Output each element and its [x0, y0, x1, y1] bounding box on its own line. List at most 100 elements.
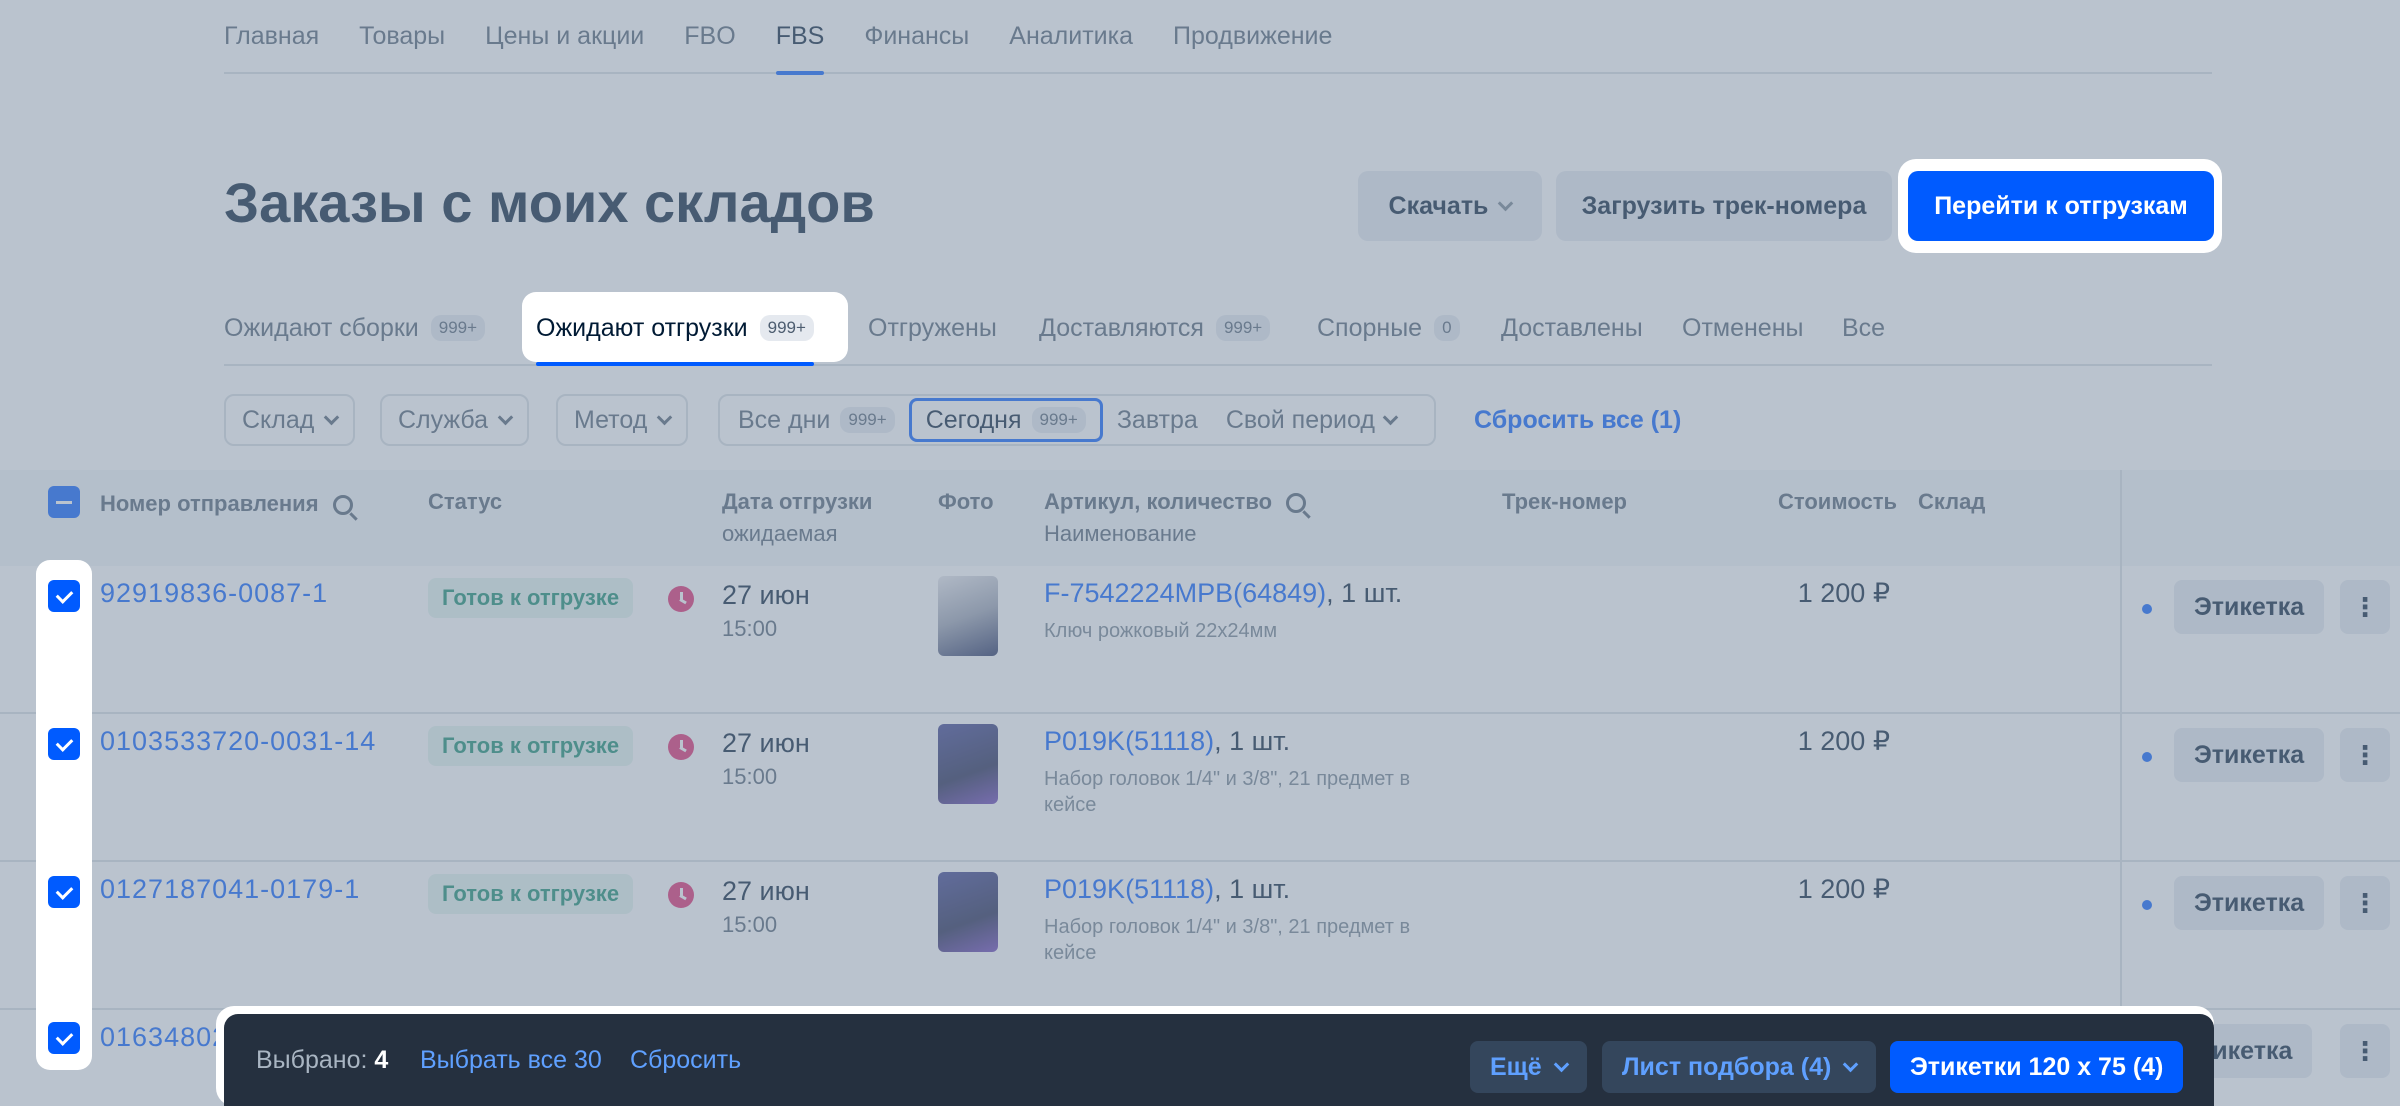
order-number-link[interactable]: 92919836-0087-1 [100, 578, 328, 609]
label-button[interactable]: Этикетка [2174, 728, 2325, 782]
row-checkbox[interactable] [48, 876, 80, 908]
print-labels-button[interactable]: Этикетки 120 х 75 (4) [1890, 1041, 2184, 1093]
quantity: , 1 шт. [1214, 726, 1291, 756]
select-all-checkbox[interactable] [48, 486, 80, 518]
sku-link[interactable]: P019K(51118) [1044, 874, 1214, 904]
filter-method[interactable]: Метод [556, 394, 689, 446]
column-label: Номер отправления [100, 491, 319, 516]
product-photo[interactable] [938, 872, 998, 952]
tab-delivering[interactable]: Доставляются 999+ [1039, 292, 1271, 364]
column-header-track: Трек-номер [1502, 489, 1627, 514]
label-button[interactable]: тикетка [2200, 1024, 2313, 1078]
selection-action-bar: Выбрано: 4 Выбрать все 30 Сбросить Ещё Л… [224, 1014, 2214, 1106]
row-checkbox[interactable] [48, 728, 80, 760]
filter-badge: 999+ [1031, 407, 1086, 433]
go-to-shipments-button[interactable]: Перейти к отгрузкам [1908, 171, 2214, 241]
nav-fbs[interactable]: FBS [775, 0, 824, 75]
product-name: Набор головок 1/4" и 3/8", 21 предмет в … [1044, 768, 1411, 816]
article-quantity: P019K(51118), 1 шт. [1044, 726, 1290, 757]
nav-main[interactable]: Главная [224, 0, 319, 73]
tab-label: Спорные [1317, 313, 1423, 342]
column-label: Артикул, количество [1044, 489, 1273, 514]
nav-analytics[interactable]: Аналитика [1009, 0, 1133, 73]
more-label: Ещё [1490, 1052, 1542, 1081]
chevron-down-icon [1382, 409, 1399, 425]
reset-all-filters-link[interactable]: Сбросить все (1) [1474, 406, 1681, 435]
filter-today[interactable]: Сегодня 999+ [908, 398, 1103, 442]
nav-finance[interactable]: Финансы [864, 0, 969, 73]
status-badge: Готов к отгрузке [428, 726, 634, 766]
quantity: , 1 шт. [1214, 874, 1291, 904]
nav-fbo[interactable]: FBO [684, 0, 735, 73]
nav-promotion[interactable]: Продвижение [1173, 0, 1332, 73]
table-row[interactable]: 92919836-0087-1 Готов к отгрузке 27 июн … [0, 566, 2400, 714]
column-header-date: Дата отгрузки ожидаемая [722, 486, 872, 550]
chevron-down-icon [497, 409, 514, 425]
select-all-link[interactable]: Выбрать все 30 [420, 1014, 602, 1106]
filter-tomorrow[interactable]: Завтра [1103, 398, 1212, 442]
product-photo[interactable] [938, 724, 998, 804]
article-quantity: F-7542224MPB(64849), 1 шт. [1044, 578, 1402, 609]
filter-service[interactable]: Служба [380, 394, 530, 446]
tab-label: Доставлены [1501, 313, 1643, 342]
order-number-link[interactable]: 0127187041-0179-1 [100, 874, 360, 905]
top-navigation: Главная Товары Цены и акции FBO FBS Фина… [224, 0, 2212, 75]
row-checkbox[interactable] [48, 580, 80, 612]
tab-awaiting-shipment[interactable]: Ожидают отгрузки 999+ [536, 292, 814, 366]
price: 1 200 ₽ [1797, 578, 1890, 608]
pick-list-button[interactable]: Лист подбора (4) [1602, 1041, 1877, 1093]
tab-all[interactable]: Все [1842, 292, 1885, 364]
status-dot [2142, 604, 2152, 614]
table-row[interactable]: 0103533720-0031-14 Готов к отгрузке 27 и… [0, 714, 2400, 862]
tab-delivered[interactable]: Доставлены [1501, 292, 1643, 364]
reset-selection-link[interactable]: Сбросить [630, 1014, 741, 1106]
filter-label: Все дни [738, 405, 831, 434]
product-photo[interactable] [938, 576, 998, 656]
upload-tracks-button[interactable]: Загрузить трек-номера [1556, 171, 1892, 241]
ship-date: 27 июн [722, 728, 810, 758]
selected-info: Выбрано: 4 [256, 1014, 388, 1106]
status-badge: Готов к отгрузке [428, 874, 634, 914]
label-button[interactable]: Этикетка [2174, 580, 2325, 634]
tab-disputed[interactable]: Спорные 0 [1317, 292, 1460, 364]
more-options-icon[interactable]: ⋮ [2340, 728, 2390, 782]
filter-badge: 999+ [840, 407, 895, 433]
download-label: Скачать [1388, 191, 1489, 220]
filter-label: Склад [242, 405, 315, 434]
status-dot [2142, 752, 2152, 762]
filter-custom-period[interactable]: Свой период [1212, 398, 1410, 442]
selected-count: 4 [374, 1045, 389, 1074]
order-number-link[interactable]: 01634802 [100, 1022, 228, 1053]
nav-prices[interactable]: Цены и акции [485, 0, 644, 73]
order-number-link[interactable]: 0103533720-0031-14 [100, 726, 376, 757]
more-options-icon[interactable]: ⋮ [2340, 876, 2390, 930]
filter-label: Свой период [1225, 405, 1375, 434]
column-label: Дата отгрузки [722, 489, 873, 514]
clock-icon [668, 586, 694, 612]
label-button[interactable]: Этикетка [2174, 876, 2325, 930]
table-row[interactable]: 0127187041-0179-1 Готов к отгрузке 27 ию… [0, 862, 2400, 1010]
pick-list-label: Лист подбора (4) [1622, 1052, 1832, 1081]
tab-awaiting-assembly[interactable]: Ожидают сборки 999+ [224, 292, 486, 364]
filter-warehouse[interactable]: Склад [224, 394, 356, 446]
column-header-photo: Фото [938, 489, 994, 514]
column-header-article[interactable]: Артикул, количество Наименование [1044, 486, 1307, 550]
search-icon[interactable] [1286, 493, 1307, 514]
tab-cancelled[interactable]: Отменены [1682, 292, 1803, 364]
more-button[interactable]: Ещё [1470, 1041, 1587, 1093]
filter-all-days[interactable]: Все дни 999+ [724, 398, 909, 442]
sku-link[interactable]: F-7542224MPB(64849) [1044, 578, 1326, 608]
tab-shipped[interactable]: Отгружены [868, 292, 997, 364]
more-options-icon[interactable]: ⋮ [2340, 1024, 2390, 1078]
row-checkbox[interactable] [48, 1022, 80, 1054]
ship-time: 15:00 [722, 912, 778, 937]
nav-products[interactable]: Товары [359, 0, 445, 73]
date-filter-group: Все дни 999+ Сегодня 999+ Завтра Свой пе… [718, 394, 1436, 446]
sku-link[interactable]: P019K(51118) [1044, 726, 1214, 756]
selected-label: Выбрано: [256, 1045, 368, 1074]
column-header-number[interactable]: Номер отправления [100, 488, 353, 520]
ship-date: 27 июн [722, 580, 810, 610]
more-options-icon[interactable]: ⋮ [2340, 580, 2390, 634]
search-icon[interactable] [332, 495, 353, 516]
download-button[interactable]: Скачать [1358, 171, 1542, 241]
